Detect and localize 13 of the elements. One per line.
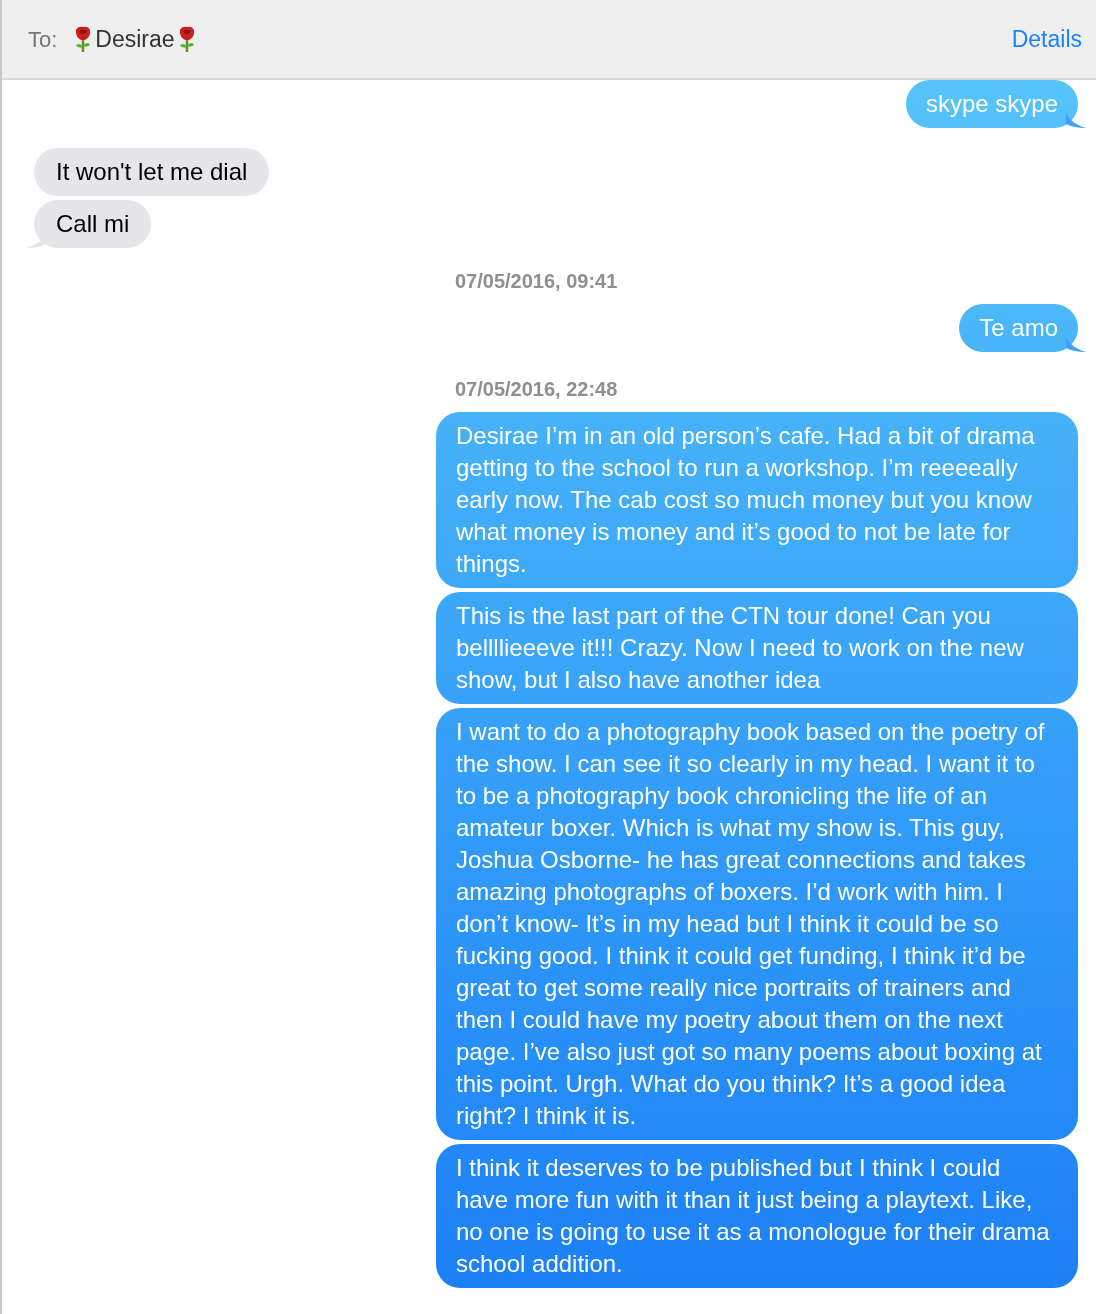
to-label: To: [28, 25, 58, 54]
timestamp: 07/05/2016, 09:41 [455, 269, 618, 294]
sent-message-bubble: Desirae I’m in an old person’s cafe. Had a bit of drama getting to the school to run a workshop. I’m reeeeally early now. The cab cost so much money but you know what money is money and it’s good to not be late for things. [436, 412, 1078, 588]
timestamp: 07/05/2016, 22:48 [455, 377, 618, 402]
recipient-name: Desirae [95, 24, 175, 54]
sent-message-bubble: I want to do a photography book based on the poetry of the show. I can see it so clearly in my head. I want it to to be a photography book chronicling the life of an amateur boxer. Which is what my show is. This guy, Joshua Osborne- he has great connections and takes amazing photographs of boxers. I’d work with him. I don’t know- It’s in my head but I think it could be so fucking good. I think it could get funding, I think it’d be great to get some really nice portraits of trainers and then I could have my poetry about them on the next page. I’ve also just got so many poems about boxing at this point. Urgh. What do you think? It’s a good idea right? I think it is. [436, 708, 1078, 1140]
sent-message-bubble: I think it deserves to be published but I think I could have more fun with it than it just being a playtext. Like, no one is going to use it as a monologue for their drama school addition. [436, 1144, 1078, 1288]
received-message-bubble: Call mi [34, 200, 152, 248]
sent-message-bubble: This is the last part of the CTN tour done! Can you bellllieeeve it!!! Crazy. Now I need to work on the new show, but I also have another idea [436, 592, 1078, 704]
details-link[interactable]: Details [1011, 21, 1082, 57]
sent-message-bubble: skype skype [905, 80, 1078, 128]
received-message-bubble: It won't let me dial [34, 148, 270, 196]
sent-message-bubble: Te amo [959, 304, 1078, 352]
